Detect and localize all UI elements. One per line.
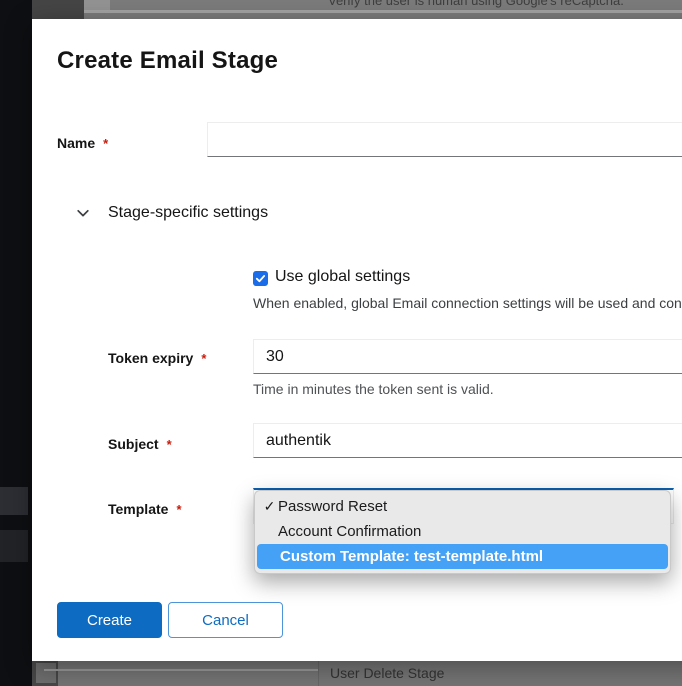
stage-specific-settings-toggle[interactable]: Stage-specific settings [76,202,268,224]
sidebar-item-shadow [0,530,28,562]
dropdown-option-password-reset[interactable]: ✓ Password Reset [255,494,670,519]
required-asterisk: * [201,351,206,366]
sidebar-item-shadow [0,487,28,515]
modal-title: Create Email Stage [57,47,278,75]
background-table-cell [32,0,84,20]
create-button-label: Create [87,612,132,629]
background-row-border [84,10,682,13]
template-label-text: Template [108,501,168,517]
app-sidebar [0,0,32,686]
subject-label-text: Subject [108,436,159,452]
selected-check-icon: ✓ [261,498,278,515]
required-asterisk: * [103,136,108,151]
dropdown-option-label: Custom Template: test-template.html [280,548,543,565]
background-column-divider [318,661,319,686]
background-checkbox-cell [36,663,56,683]
name-label: Name * [57,135,108,151]
name-label-text: Name [57,135,95,151]
background-user-delete-stage-text: User Delete Stage [330,665,444,681]
required-asterisk: * [176,502,181,517]
name-input[interactable] [207,122,682,157]
template-label: Template * [108,501,182,517]
background-row-border [44,669,318,671]
token-expiry-input[interactable] [253,339,682,374]
cancel-button-label: Cancel [202,612,249,629]
token-expiry-label: Token expiry * [108,350,206,366]
cancel-button[interactable]: Cancel [168,602,283,638]
use-global-settings-help: When enabled, global Email connection se… [253,295,682,311]
create-email-stage-modal: Create Email Stage Name * Stage-specific … [32,19,682,661]
dropdown-option-account-confirmation[interactable]: Account Confirmation [255,519,670,544]
subject-input[interactable] [253,423,682,458]
token-expiry-label-text: Token expiry [108,350,193,366]
template-dropdown-popup: ✓ Password Reset Account Confirmation Cu… [254,490,671,574]
token-expiry-help: Time in minutes the token sent is valid. [253,381,494,397]
subject-label: Subject * [108,436,172,452]
dropdown-option-custom-template[interactable]: Custom Template: test-template.html [257,544,668,569]
create-button[interactable]: Create [57,602,162,638]
use-global-settings-checkbox[interactable] [253,271,268,286]
dropdown-option-label: Account Confirmation [278,523,421,540]
background-captcha-row-text: Verify the user is human using Google's … [328,0,624,8]
check-icon [255,273,266,284]
required-asterisk: * [167,437,172,452]
use-global-settings-label[interactable]: Use global settings [275,268,410,286]
stage-specific-settings-label: Stage-specific settings [108,204,268,222]
dropdown-option-label: Password Reset [278,498,387,515]
chevron-down-icon [76,206,90,220]
